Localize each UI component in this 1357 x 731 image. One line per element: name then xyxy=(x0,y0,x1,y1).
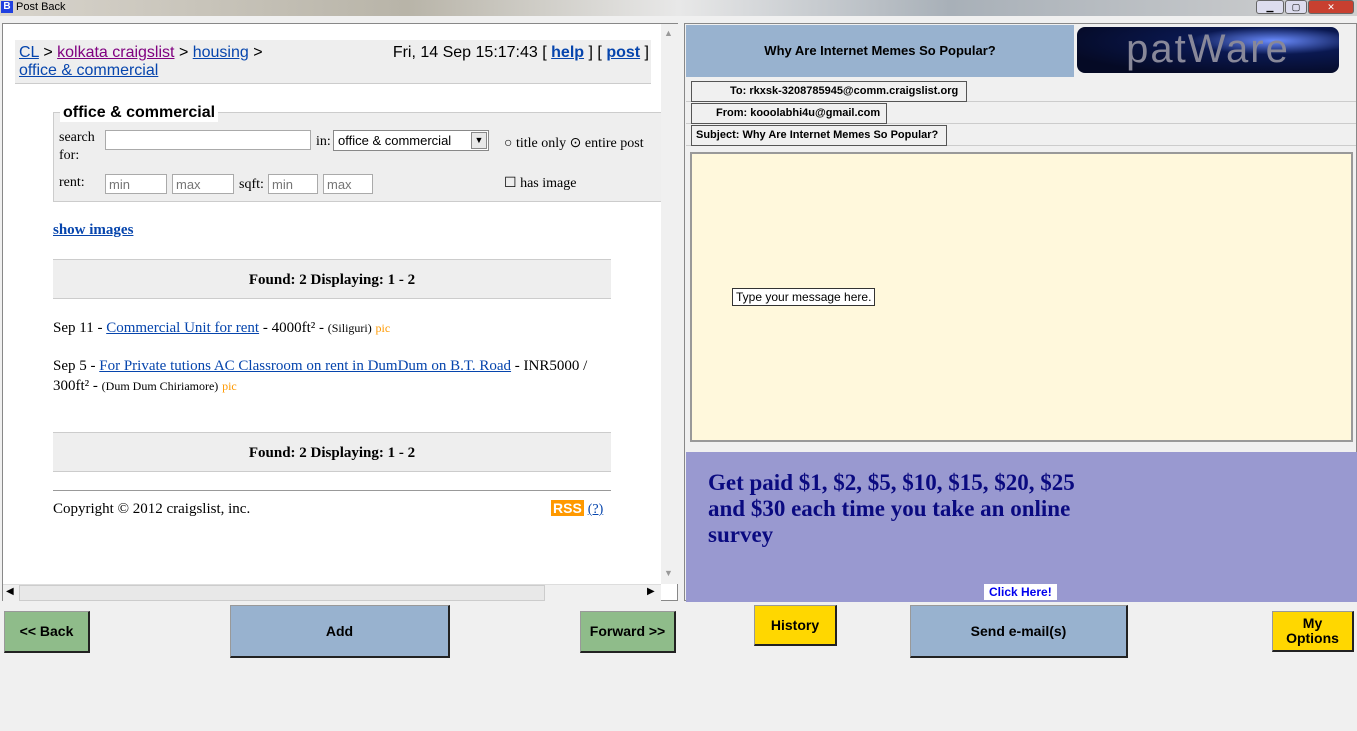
category-select[interactable]: office & commercial ▼ xyxy=(333,130,489,151)
to-row: To: rkxsk-3208785945@comm.craigslist.org xyxy=(686,80,1356,102)
message-textarea[interactable]: Type your message here. xyxy=(690,152,1353,442)
sqft-min-input[interactable] xyxy=(268,174,318,194)
search-label: search for: xyxy=(59,130,95,163)
listing-pic-tag: pic xyxy=(375,321,391,335)
rent-label: rent: xyxy=(59,175,85,190)
has-image-label: has image xyxy=(520,176,577,191)
rss-help-link[interactable]: (?) xyxy=(588,502,604,517)
window-title: Post Back xyxy=(16,1,66,13)
category-value: office & commercial xyxy=(338,133,452,148)
separator: > xyxy=(253,44,263,61)
chevron-down-icon: ▼ xyxy=(471,132,487,149)
ad-text: Get paid $1, $2, $5, $10, $15, $20, $25 … xyxy=(708,470,1075,547)
copyright: Copyright © 2012 craigslist, inc. xyxy=(53,501,251,517)
search-input[interactable] xyxy=(105,130,311,150)
sqft-label: sqft: xyxy=(239,177,264,192)
has-image-checkbox[interactable]: ☐ xyxy=(504,176,517,191)
scroll-up-icon[interactable]: ▲ xyxy=(664,28,673,38)
browser-pane: CL > kolkata craigslist > housing > offi… xyxy=(2,23,678,601)
sqft-max-input[interactable] xyxy=(323,174,373,194)
listing-location: (Siliguri) xyxy=(327,321,372,335)
vertical-scrollbar[interactable]: ▲ ▼ xyxy=(661,24,678,584)
scroll-left-icon[interactable]: ◀ xyxy=(6,586,14,597)
separator: > xyxy=(43,44,53,61)
bracket: ] xyxy=(588,44,593,61)
forward-button[interactable]: Forward >> xyxy=(580,611,676,653)
to-field[interactable]: To: rkxsk-3208785945@comm.craigslist.org xyxy=(691,81,967,102)
listing-title-link[interactable]: Commercial Unit for rent xyxy=(106,320,259,336)
title-only-label: title only xyxy=(515,136,567,151)
subject-field[interactable]: Subject: Why Are Internet Memes So Popul… xyxy=(691,125,947,146)
breadcrumb: CL > kolkata craigslist > housing > offi… xyxy=(15,40,651,84)
rent-max-input[interactable] xyxy=(172,174,234,194)
breadcrumb-cl[interactable]: CL xyxy=(19,44,39,61)
bracket: ] xyxy=(644,44,649,61)
scroll-right-icon[interactable]: ▶ xyxy=(647,586,655,597)
in-label: in: xyxy=(316,134,331,149)
search-form: office & commercial search for: in: offi… xyxy=(53,104,661,202)
maximize-button[interactable]: ▢ xyxy=(1285,0,1307,14)
scroll-down-icon[interactable]: ▼ xyxy=(664,568,673,578)
email-header-title: Why Are Internet Memes So Popular? xyxy=(686,25,1074,77)
close-button[interactable]: ✕ xyxy=(1308,0,1354,14)
header-right: Fri, 14 Sep 15:17:43 [ help ] [ post ] xyxy=(393,44,649,62)
listing-title-link[interactable]: For Private tutions AC Classroom on rent… xyxy=(99,358,511,374)
app-icon: B xyxy=(1,1,13,13)
survey-ad-banner[interactable]: Get paid $1, $2, $5, $10, $15, $20, $25 … xyxy=(686,452,1357,602)
send-emails-button[interactable]: Send e-mail(s) xyxy=(910,605,1128,658)
title-only-radio[interactable]: ○ xyxy=(504,136,512,151)
found-summary-bottom: Found: 2 Displaying: 1 - 2 xyxy=(53,432,611,472)
entire-post-label: entire post xyxy=(584,136,644,151)
bracket: [ xyxy=(542,44,547,61)
my-options-button[interactable]: My Options xyxy=(1272,611,1354,652)
rss-badge[interactable]: RSS xyxy=(551,500,584,516)
datetime: Fri, 14 Sep 15:17:43 xyxy=(392,44,538,61)
search-legend: office & commercial xyxy=(60,104,219,122)
breadcrumb-housing[interactable]: housing xyxy=(193,44,249,61)
listing-details: - 4000ft² - xyxy=(262,320,324,336)
email-pane: Why Are Internet Memes So Popular? patWa… xyxy=(684,23,1357,602)
horizontal-scrollbar[interactable]: ◀ ▶ xyxy=(3,584,661,601)
listing-item: Sep 11 - Commercial Unit for rent - 4000… xyxy=(53,320,391,336)
listing-date: Sep 5 xyxy=(53,358,87,374)
rent-min-input[interactable] xyxy=(105,174,167,194)
scroll-thumb[interactable] xyxy=(19,585,545,601)
breadcrumb-city[interactable]: kolkata craigslist xyxy=(57,44,174,61)
show-images-link[interactable]: show images xyxy=(53,222,133,239)
help-link[interactable]: help xyxy=(551,44,584,61)
subject-row: Subject: Why Are Internet Memes So Popul… xyxy=(686,124,1356,146)
divider xyxy=(53,490,611,491)
patware-logo: patWare xyxy=(1077,27,1339,73)
listing-date: Sep 11 xyxy=(53,320,94,336)
ad-click-here-button[interactable]: Click Here! xyxy=(984,584,1057,600)
separator: > xyxy=(178,44,189,61)
message-placeholder: Type your message here. xyxy=(732,288,876,306)
from-row: From: kooolabhi4u@gmail.com xyxy=(686,102,1356,124)
post-link[interactable]: post xyxy=(606,44,640,61)
listing-location: (Dum Dum Chiriamore) xyxy=(101,379,219,393)
breadcrumb-category[interactable]: office & commercial xyxy=(19,62,158,79)
history-button[interactable]: History xyxy=(754,605,837,646)
minimize-button[interactable]: ▁ xyxy=(1256,0,1284,14)
listing-item: Sep 5 - For Private tutions AC Classroom… xyxy=(53,358,588,394)
back-button[interactable]: << Back xyxy=(4,611,90,653)
listing-pic-tag: pic xyxy=(222,379,237,393)
from-field[interactable]: From: kooolabhi4u@gmail.com xyxy=(691,103,887,124)
found-summary-top: Found: 2 Displaying: 1 - 2 xyxy=(53,259,611,299)
entire-post-radio[interactable]: ⊙ xyxy=(570,136,582,151)
bracket: [ xyxy=(597,44,602,61)
title-bar: B Post Back ▁ ▢ ✕ xyxy=(0,0,1357,16)
add-button[interactable]: Add xyxy=(230,605,450,658)
